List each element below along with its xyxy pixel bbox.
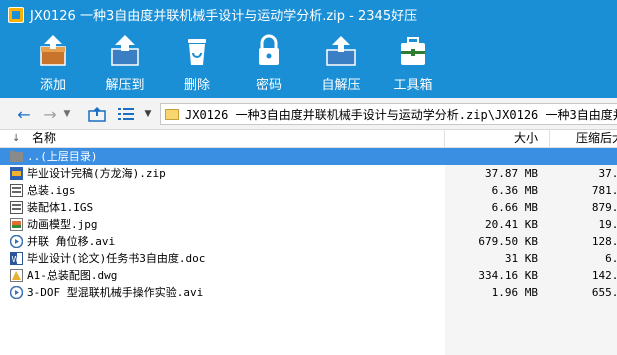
file-name: 并联 角位移.avi bbox=[27, 235, 116, 248]
video-file-icon bbox=[9, 285, 24, 300]
file-compressed-size: 655.9 bbox=[591, 286, 617, 299]
lock-icon bbox=[251, 33, 287, 67]
sort-arrow-icon: ↓ bbox=[12, 133, 21, 144]
self-extract-icon bbox=[323, 33, 359, 67]
word-document-icon: W bbox=[10, 252, 23, 265]
add-button[interactable]: 添加 bbox=[17, 29, 89, 98]
image-file-icon bbox=[10, 218, 23, 231]
file-name: 毕业设计完稿(方龙海).zip bbox=[27, 167, 166, 180]
column-header: ↓ 名称 大小 压缩后大 bbox=[0, 130, 617, 148]
forward-arrow-icon[interactable]: → bbox=[40, 103, 60, 125]
self-extract-label: 自解压 bbox=[321, 78, 361, 93]
igs-file-icon bbox=[10, 184, 23, 197]
file-size: 334.16 KB bbox=[478, 269, 538, 282]
navigation-bar: ← → ▼ ▼ JX0126 一种3自由度并联机械手设计与运动学分析.zip\J… bbox=[0, 98, 617, 130]
toolbox-icon bbox=[395, 33, 431, 67]
toolbox-button[interactable]: 工具箱 bbox=[377, 29, 449, 98]
extract-to-button[interactable]: 解压到 bbox=[89, 29, 161, 98]
add-archive-icon bbox=[35, 33, 71, 67]
delete-label: 删除 bbox=[183, 78, 210, 93]
path-text: JX0126 一种3自由度并联机械手设计与运动学分析.zip\JX0126 一种… bbox=[185, 107, 617, 122]
file-name: A1-总装配图.dwg bbox=[27, 269, 118, 282]
list-item[interactable]: 总装.igs 6.36 MB 781.5 bbox=[0, 182, 617, 199]
file-name: ..(上层目录) bbox=[27, 150, 98, 163]
file-compressed-size: 781.5 bbox=[591, 184, 617, 197]
file-name: 动画模型.jpg bbox=[27, 218, 98, 231]
column-divider[interactable] bbox=[549, 130, 550, 148]
extract-to-label: 解压到 bbox=[105, 78, 145, 93]
delete-button[interactable]: 删除 bbox=[161, 29, 233, 98]
column-divider[interactable] bbox=[444, 130, 445, 148]
list-item[interactable]: 装配体1.IGS 6.66 MB 879.6 bbox=[0, 199, 617, 216]
list-item[interactable]: A1-总装配图.dwg 334.16 KB 142.6 bbox=[0, 267, 617, 284]
extract-to-icon bbox=[107, 33, 143, 67]
file-compressed-size: 142.6 bbox=[591, 269, 617, 282]
view-list-icon[interactable] bbox=[116, 103, 136, 125]
zip-file-icon bbox=[10, 167, 23, 180]
back-arrow-icon[interactable]: ← bbox=[14, 103, 34, 125]
parent-folder-icon bbox=[10, 150, 23, 163]
video-file-icon bbox=[9, 234, 24, 249]
password-label: 密码 bbox=[255, 78, 282, 93]
list-item-parent-directory[interactable]: ..(上层目录) bbox=[0, 148, 617, 165]
self-extract-button[interactable]: 自解压 bbox=[305, 29, 377, 98]
file-name: 装配体1.IGS bbox=[27, 201, 94, 214]
file-compressed-size: 128.5 bbox=[591, 235, 617, 248]
recycle-bin-icon bbox=[179, 33, 215, 67]
main-toolbar: 添加 解压到 删除 密码 自解压 工具箱 bbox=[0, 29, 617, 98]
column-compressed[interactable]: 压缩后大 bbox=[576, 130, 617, 148]
igs-file-icon bbox=[10, 201, 23, 214]
up-folder-icon[interactable] bbox=[86, 103, 108, 125]
list-item[interactable]: 并联 角位移.avi 679.50 KB 128.5 bbox=[0, 233, 617, 250]
list-item[interactable]: 毕业设计完稿(方龙海).zip 37.87 MB 37.7 bbox=[0, 165, 617, 182]
password-button[interactable]: 密码 bbox=[233, 29, 305, 98]
app-logo-icon bbox=[8, 6, 24, 23]
svg-text:W: W bbox=[12, 255, 20, 264]
title-bar: JX0126 一种3自由度并联机械手设计与运动学分析.zip - 2345好压 bbox=[0, 0, 617, 29]
column-name[interactable]: 名称 bbox=[32, 130, 56, 148]
history-dropdown-icon[interactable]: ▼ bbox=[60, 103, 74, 125]
column-size[interactable]: 大小 bbox=[514, 130, 538, 148]
file-compressed-size: 879.6 bbox=[591, 201, 617, 214]
view-dropdown-icon[interactable]: ▼ bbox=[141, 103, 155, 125]
file-name: 毕业设计(论文)任务书3自由度.doc bbox=[27, 252, 206, 265]
toolbox-label: 工具箱 bbox=[393, 78, 433, 93]
list-item[interactable]: 动画模型.jpg 20.41 KB 19.4 bbox=[0, 216, 617, 233]
list-item[interactable]: 3-DOF 型混联机械手操作实验.avi 1.96 MB 655.9 bbox=[0, 284, 617, 301]
file-name: 总装.igs bbox=[27, 184, 76, 197]
folder-icon bbox=[165, 108, 179, 120]
file-size: 679.50 KB bbox=[478, 235, 538, 248]
file-compressed-size: 37.7 bbox=[598, 167, 617, 180]
file-compressed-size: 19.4 bbox=[598, 218, 617, 231]
window-title: JX0126 一种3自由度并联机械手设计与运动学分析.zip - 2345好压 bbox=[30, 9, 418, 24]
file-size: 20.41 KB bbox=[485, 218, 538, 231]
dwg-file-icon bbox=[10, 269, 23, 282]
file-name: 3-DOF 型混联机械手操作实验.avi bbox=[27, 286, 204, 299]
file-size: 6.36 MB bbox=[491, 184, 538, 197]
file-size: 1.96 MB bbox=[491, 286, 538, 299]
file-compressed-size: 6.1 bbox=[605, 252, 617, 265]
list-item[interactable]: W 毕业设计(论文)任务书3自由度.doc 31 KB 6.1 bbox=[0, 250, 617, 267]
file-size: 6.66 MB bbox=[491, 201, 538, 214]
file-size: 37.87 MB bbox=[485, 167, 538, 180]
file-list: ..(上层目录) 毕业设计完稿(方龙海).zip 37.87 MB 37.7 总… bbox=[0, 148, 617, 355]
path-bar[interactable]: JX0126 一种3自由度并联机械手设计与运动学分析.zip\JX0126 一种… bbox=[160, 103, 617, 125]
file-size: 31 KB bbox=[504, 252, 538, 265]
add-label: 添加 bbox=[39, 78, 66, 93]
